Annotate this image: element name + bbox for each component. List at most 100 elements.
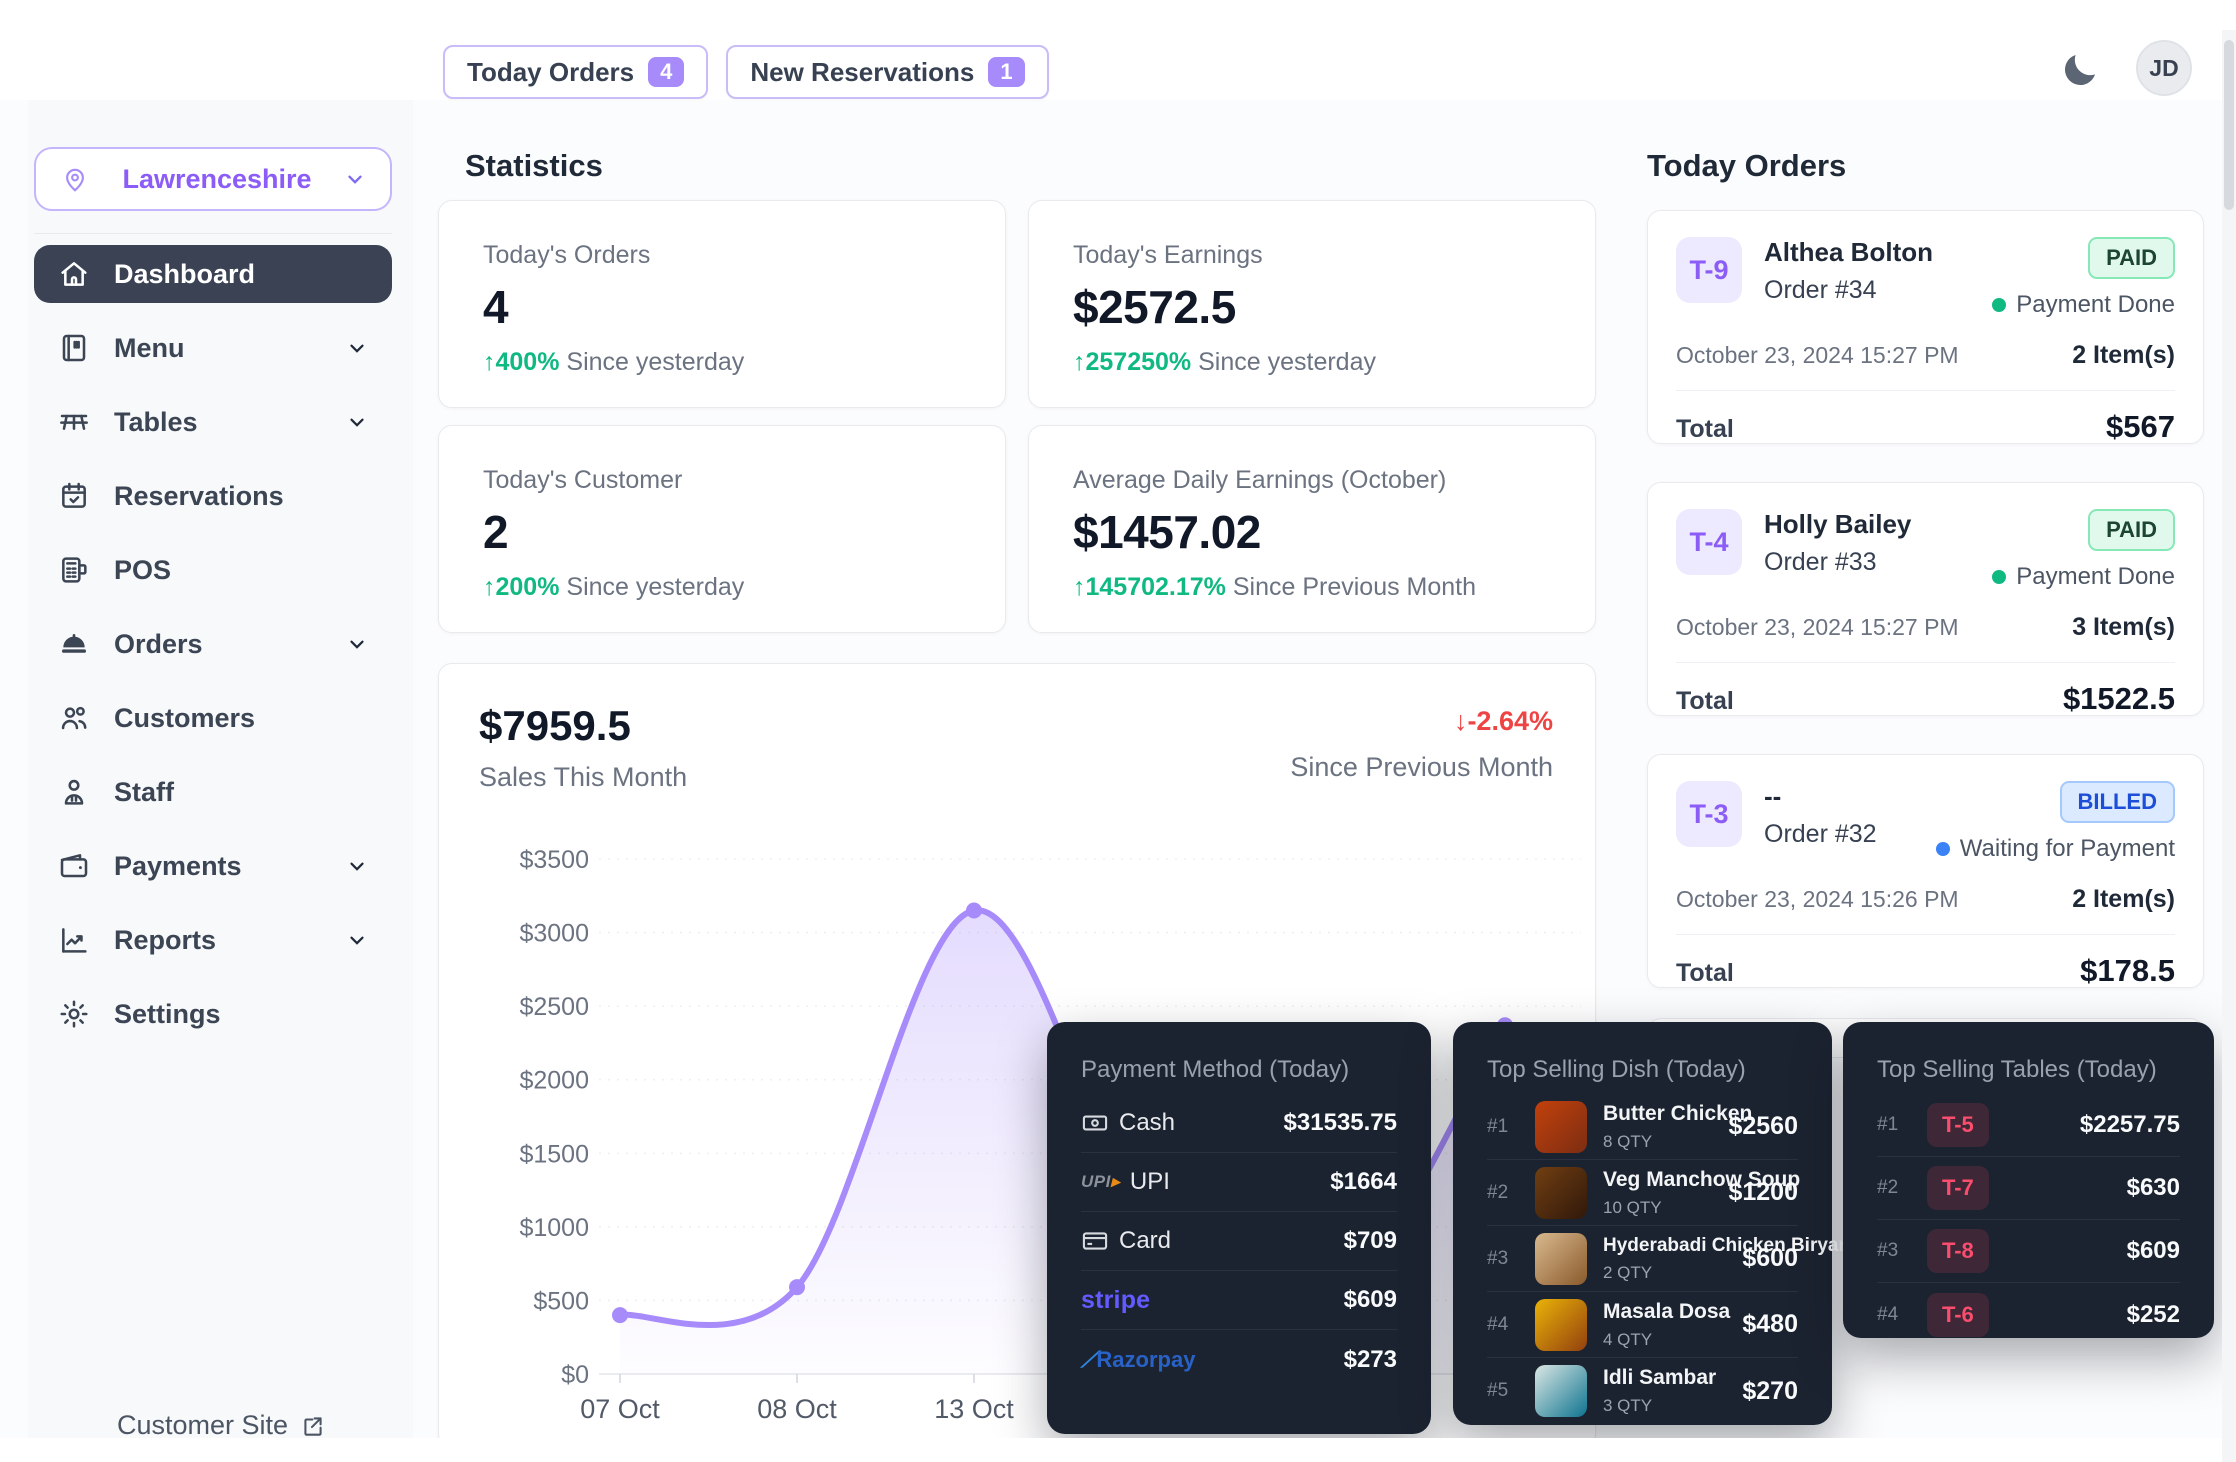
stat-card-average-daily-earnings: Average Daily Earnings (October) $1457.0… [1028, 425, 1596, 633]
sidebar-item-payments[interactable]: Payments [34, 837, 392, 895]
dish-qty: 2 QTY [1603, 1263, 1726, 1283]
scrollbar-thumb[interactable] [2224, 40, 2234, 210]
today-orders-button-label: Today Orders [467, 57, 634, 88]
statistics-heading: Statistics [465, 148, 603, 184]
sidebar-item-orders[interactable]: Orders [34, 615, 392, 673]
table-rank: #1 [1877, 1114, 1909, 1136]
order-card[interactable]: T-9 Althea Bolton Order #34 PAID Payment… [1647, 210, 2204, 444]
dish-row: #2 Veg Manchow Soup10 QTY $1200 [1487, 1160, 1798, 1226]
table-badge: T-7 [1927, 1166, 1989, 1210]
order-number: Order #33 [1764, 548, 1911, 577]
dish-amount: $480 [1742, 1310, 1798, 1339]
location-pin-icon [60, 164, 90, 194]
total-label: Total [1676, 687, 1734, 716]
moon-icon [2058, 48, 2102, 92]
sidebar-item-tables[interactable]: Tables [34, 393, 392, 451]
payment-done-dot [1992, 298, 2006, 312]
customer-name: Althea Bolton [1764, 237, 1933, 268]
payment-method-heading: Payment Method (Today) [1081, 1056, 1397, 1084]
sidebar-item-pos[interactable]: POS [34, 541, 392, 599]
page-bottom-margin [0, 1438, 2236, 1462]
dish-rank: #1 [1487, 1116, 1519, 1138]
payment-method-name: Cash [1119, 1109, 1175, 1137]
avatar[interactable]: JD [2136, 40, 2192, 96]
gear-icon [58, 998, 90, 1030]
today-orders-list: T-9 Althea Bolton Order #34 PAID Payment… [1647, 210, 2204, 1026]
sidebar-item-settings[interactable]: Settings [34, 985, 392, 1043]
top-selling-dish-panel: Top Selling Dish (Today) #1 Butter Chick… [1453, 1022, 1832, 1425]
stats-row-2: Today's Customer 2 ↑200% Since yesterday… [438, 425, 1596, 633]
delta-up-arrow-icon: ↑ [1073, 348, 1086, 376]
report-chart-icon [58, 924, 90, 956]
sidebar-item-reports[interactable]: Reports [34, 911, 392, 969]
sidebar-item-customers[interactable]: Customers [34, 689, 392, 747]
table-amount: $609 [2127, 1237, 2180, 1265]
order-items-count: 2 Item(s) [2072, 885, 2175, 914]
cloche-icon [58, 628, 90, 660]
svg-text:13 Oct: 13 Oct [934, 1394, 1014, 1424]
sidebar-item-label: POS [114, 555, 368, 586]
total-label: Total [1676, 415, 1734, 444]
stat-value: 2 [483, 505, 961, 559]
stat-value: 4 [483, 280, 961, 334]
table-badge: T-5 [1927, 1103, 1989, 1147]
svg-text:$3500: $3500 [519, 846, 589, 874]
dish-row: #3 Hyderabadi Chicken Biryani2 QTY $600 [1487, 1226, 1798, 1292]
today-orders-heading: Today Orders [1647, 148, 1846, 184]
table-amount: $252 [2127, 1301, 2180, 1329]
scrollbar-track[interactable] [2222, 30, 2236, 1462]
sidebar-item-menu[interactable]: Menu [34, 319, 392, 377]
svg-text:07 Oct: 07 Oct [580, 1394, 660, 1424]
payment-state: Payment Done [2016, 563, 2175, 591]
sidebar-item-label: Dashboard [114, 259, 368, 290]
status-badge: PAID [2088, 509, 2175, 551]
sidebar-item-label: Staff [114, 777, 368, 808]
order-card[interactable]: T-3 -- Order #32 BILLED Waiting for Paym… [1647, 754, 2204, 988]
location-selector[interactable]: Lawrenceshire [34, 147, 392, 211]
payment-state: Payment Done [2016, 291, 2175, 319]
payment-state: Waiting for Payment [1960, 835, 2175, 863]
users-icon [58, 702, 90, 734]
order-datetime: October 23, 2024 15:26 PM [1676, 886, 1959, 913]
stat-delta-note: Since Previous Month [1233, 573, 1476, 601]
dark-mode-toggle[interactable] [2058, 48, 2102, 92]
sidebar: Lawrenceshire Dashboard Menu Tables Rese… [28, 100, 413, 1462]
customer-site-link[interactable]: Customer Site [117, 1410, 326, 1441]
new-reservations-button[interactable]: New Reservations 1 [726, 45, 1048, 99]
payment-amount: $273 [1344, 1346, 1397, 1374]
sidebar-item-reservations[interactable]: Reservations [34, 467, 392, 525]
table-badge: T-3 [1676, 781, 1742, 847]
chevron-down-icon [346, 855, 368, 877]
stripe-logo-icon: stripe [1081, 1286, 1150, 1315]
order-items-count: 3 Item(s) [2072, 613, 2175, 642]
top-selling-tables-panel: Top Selling Tables (Today) #1 T-5 $2257.… [1843, 1022, 2214, 1338]
stat-value: $2572.5 [1073, 280, 1551, 334]
table-rank: #4 [1877, 1304, 1909, 1326]
dish-amount: $600 [1742, 1244, 1798, 1273]
delta-up-arrow-icon: ↑ [483, 573, 496, 601]
table-rank: #3 [1877, 1240, 1909, 1262]
svg-text:$0: $0 [561, 1361, 589, 1389]
order-datetime: October 23, 2024 15:27 PM [1676, 342, 1959, 369]
stats-row-1: Today's Orders 4 ↑400% Since yesterday T… [438, 200, 1596, 408]
sidebar-item-staff[interactable]: Staff [34, 763, 392, 821]
table-amount: $2257.75 [2080, 1111, 2180, 1139]
order-datetime: October 23, 2024 15:27 PM [1676, 614, 1959, 641]
stat-delta-value: 145702.17% [1086, 573, 1226, 601]
topbar: Today Orders 4 New Reservations 1 JD [0, 0, 2236, 100]
svg-text:08 Oct: 08 Oct [757, 1394, 837, 1424]
new-reservations-button-label: New Reservations [750, 57, 974, 88]
home-icon [58, 258, 90, 290]
sidebar-item-label: Tables [114, 407, 322, 438]
order-card[interactable]: T-4 Holly Bailey Order #33 PAID Payment … [1647, 482, 2204, 716]
sidebar-item-label: Settings [114, 999, 368, 1030]
sidebar-item-label: Orders [114, 629, 322, 660]
sidebar-item-dashboard[interactable]: Dashboard [34, 245, 392, 303]
stat-delta-value: 257250% [1086, 348, 1192, 376]
menu-book-icon [58, 332, 90, 364]
today-orders-button[interactable]: Today Orders 4 [443, 45, 708, 99]
svg-text:$1500: $1500 [519, 1140, 589, 1168]
stat-card-todays-customer: Today's Customer 2 ↑200% Since yesterday [438, 425, 1006, 633]
dish-qty: 4 QTY [1603, 1330, 1726, 1350]
payment-amount: $1664 [1330, 1168, 1397, 1196]
